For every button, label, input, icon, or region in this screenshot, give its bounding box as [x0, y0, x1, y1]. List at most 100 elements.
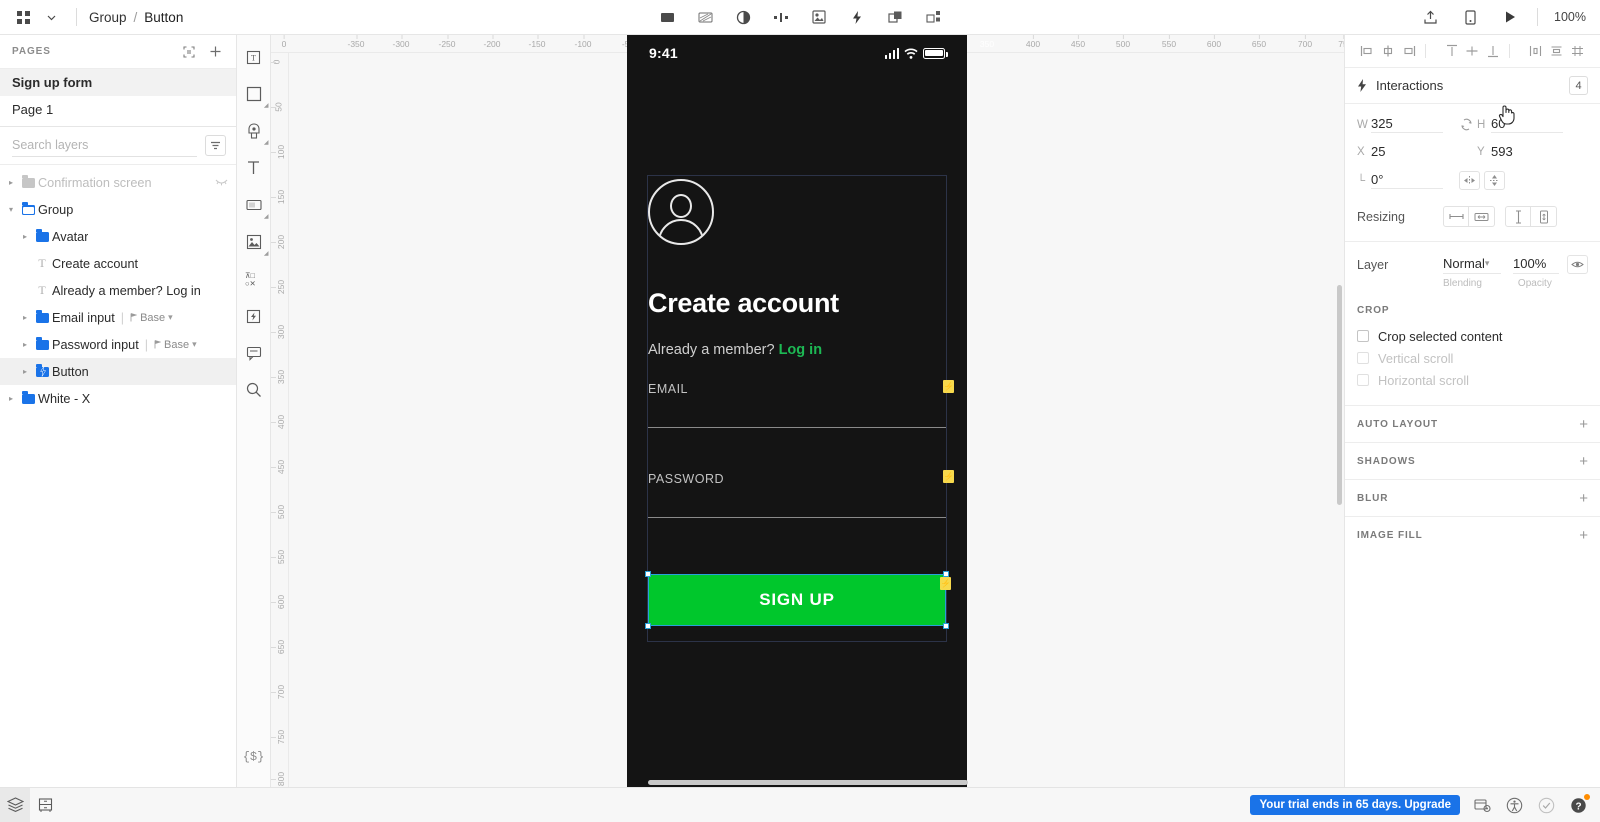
- zoom-level[interactable]: 100%: [1552, 10, 1586, 24]
- interactions-section[interactable]: Interactions 4: [1345, 68, 1600, 104]
- accessibility-icon[interactable]: [1505, 796, 1524, 815]
- help-icon[interactable]: ?: [1569, 793, 1590, 815]
- sign-up-form-group[interactable]: Create account Already a member? Log in …: [647, 175, 954, 642]
- resize-handle-bottom-right[interactable]: [943, 623, 949, 629]
- vector-tool-icon[interactable]: ⊼□ ○✕: [242, 267, 266, 291]
- resize-handle-top-left[interactable]: [645, 571, 651, 577]
- tool-expand-icon[interactable]: ◢: [264, 213, 269, 220]
- link-constrain-icon[interactable]: [1455, 118, 1477, 131]
- distribute-vertical-icon[interactable]: [1546, 40, 1567, 62]
- assets-panel-icon[interactable]: [30, 788, 60, 822]
- disclosure-triangle-icon[interactable]: ▸: [4, 178, 18, 187]
- fill-height-icon[interactable]: [1531, 206, 1557, 227]
- flip-horizontal-icon[interactable]: [1459, 171, 1480, 190]
- text-tool-icon[interactable]: [242, 156, 266, 180]
- align-right-icon[interactable]: [1399, 40, 1420, 62]
- horizontal-scroll-row[interactable]: Horizontal scroll: [1357, 369, 1588, 391]
- layer-row-group[interactable]: ▾ Group: [0, 196, 236, 223]
- x-value[interactable]: 25: [1371, 144, 1443, 160]
- fixed-height-icon[interactable]: [1505, 206, 1531, 227]
- vertical-scroll-row[interactable]: Vertical scroll: [1357, 347, 1588, 369]
- opacity-value[interactable]: 100%: [1513, 256, 1559, 274]
- device-preview-icon[interactable]: [1457, 4, 1483, 30]
- interaction-tool-icon[interactable]: [242, 304, 266, 328]
- search-input[interactable]: [12, 134, 197, 157]
- interaction-bolt-icon[interactable]: [846, 6, 868, 28]
- trial-notice-button[interactable]: Your trial ends in 65 days. Upgrade: [1250, 795, 1460, 815]
- layer-variant-badge[interactable]: Base ▾: [154, 339, 197, 351]
- y-value[interactable]: 593: [1491, 144, 1563, 160]
- layer-row-already-a-member[interactable]: T Already a member? Log in: [0, 277, 236, 304]
- disclosure-triangle-icon[interactable]: ▸: [4, 394, 18, 403]
- layer-row-email-input[interactable]: ▸ Email input | Base ▾: [0, 304, 236, 331]
- disclosure-triangle-icon[interactable]: ▸: [18, 340, 32, 349]
- sign-up-button[interactable]: SIGN UP: [648, 574, 946, 626]
- text-box-tool-icon[interactable]: T: [242, 45, 266, 69]
- password-field[interactable]: PASSWORD ⚡: [648, 470, 954, 518]
- slice-icon[interactable]: [694, 6, 716, 28]
- filter-icon[interactable]: [205, 135, 226, 156]
- layer-row-confirmation-screen[interactable]: ▸ Confirmation screen: [0, 169, 236, 196]
- align-left-icon[interactable]: [1357, 40, 1378, 62]
- comment-tool-icon[interactable]: [242, 341, 266, 365]
- symbol-icon[interactable]: [922, 6, 944, 28]
- eye-icon[interactable]: [1567, 255, 1588, 274]
- page-item-page-1[interactable]: Page 1: [0, 96, 236, 123]
- component-icon[interactable]: [808, 6, 830, 28]
- add-auto-layout-icon[interactable]: +: [1579, 416, 1588, 433]
- canvas-horizontal-scrollbar[interactable]: [647, 780, 968, 785]
- interaction-badge-icon[interactable]: ⚡: [943, 470, 954, 483]
- crop-selected-content-checkbox[interactable]: [1357, 330, 1369, 342]
- sign-up-button-selection[interactable]: SIGN UP ⚡: [645, 571, 951, 629]
- canvas-area[interactable]: 0 -350 -300 -250 -200 -150 -100 -50 0 50…: [271, 35, 1344, 787]
- tool-expand-icon[interactable]: ◢: [264, 102, 269, 109]
- canvas-vertical-scrollbar[interactable]: [1337, 285, 1342, 505]
- blur-section[interactable]: BLUR +: [1345, 479, 1600, 516]
- flip-vertical-icon[interactable]: [1484, 171, 1505, 190]
- disclosure-triangle-icon[interactable]: ▾: [4, 205, 18, 214]
- disclosure-triangle-icon[interactable]: ▸: [18, 232, 32, 241]
- rectangle-tool-icon[interactable]: ◢: [242, 82, 269, 109]
- disclosure-triangle-icon[interactable]: ▸: [18, 367, 32, 376]
- chevron-down-icon[interactable]: ▾: [168, 312, 173, 323]
- tool-expand-icon[interactable]: ◢: [264, 139, 269, 146]
- fill-width-icon[interactable]: [1469, 206, 1495, 227]
- x-field[interactable]: X 25: [1357, 144, 1455, 160]
- height-value[interactable]: 60: [1491, 116, 1563, 133]
- add-shadow-icon[interactable]: +: [1579, 453, 1588, 470]
- auto-layout-section[interactable]: AUTO LAYOUT +: [1345, 405, 1600, 442]
- mask-icon[interactable]: [732, 6, 754, 28]
- chevron-down-icon[interactable]: ▾: [192, 339, 197, 350]
- distribute-icon[interactable]: [770, 6, 792, 28]
- interaction-badge-icon[interactable]: ⚡: [940, 577, 951, 590]
- fit-pages-icon[interactable]: [180, 43, 198, 61]
- tidy-up-icon[interactable]: [1567, 40, 1588, 62]
- layer-row-create-account[interactable]: T Create account: [0, 250, 236, 277]
- distribute-horizontal-icon[interactable]: [1525, 40, 1546, 62]
- align-bottom-icon[interactable]: [1483, 40, 1504, 62]
- interactions-count-badge[interactable]: 4: [1569, 76, 1588, 95]
- width-field[interactable]: W 325: [1357, 116, 1455, 133]
- zoom-tool-icon[interactable]: [242, 378, 266, 402]
- layer-row-white-x[interactable]: ▸ White - X: [0, 385, 236, 412]
- button-tool-icon[interactable]: ◢: [242, 193, 269, 220]
- height-field[interactable]: H 60: [1477, 116, 1575, 133]
- layer-row-password-input[interactable]: ▸ Password input | Base ▾: [0, 331, 236, 358]
- resize-handle-bottom-left[interactable]: [645, 623, 651, 629]
- artboard-sign-up[interactable]: 9:41 Create account Already a member? Lo…: [627, 35, 967, 787]
- shadows-section[interactable]: SHADOWS +: [1345, 442, 1600, 479]
- settings-view-icon[interactable]: [1473, 796, 1492, 815]
- grid-menu-icon[interactable]: [10, 4, 36, 30]
- width-value[interactable]: 325: [1371, 116, 1443, 133]
- align-center-horizontal-icon[interactable]: [1378, 40, 1399, 62]
- disclosure-triangle-icon[interactable]: ▸: [18, 313, 32, 322]
- align-top-icon[interactable]: [1441, 40, 1462, 62]
- frame-icon[interactable]: [656, 6, 678, 28]
- chevron-down-icon[interactable]: [38, 4, 64, 30]
- layer-row-button[interactable]: ▸ Button: [0, 358, 236, 385]
- align-center-vertical-icon[interactable]: [1462, 40, 1483, 62]
- export-icon[interactable]: [1417, 4, 1443, 30]
- rotation-field[interactable]: └ 0°: [1357, 172, 1455, 189]
- horizontal-scroll-checkbox[interactable]: [1357, 374, 1369, 386]
- code-tool-icon[interactable]: {$}: [242, 745, 266, 769]
